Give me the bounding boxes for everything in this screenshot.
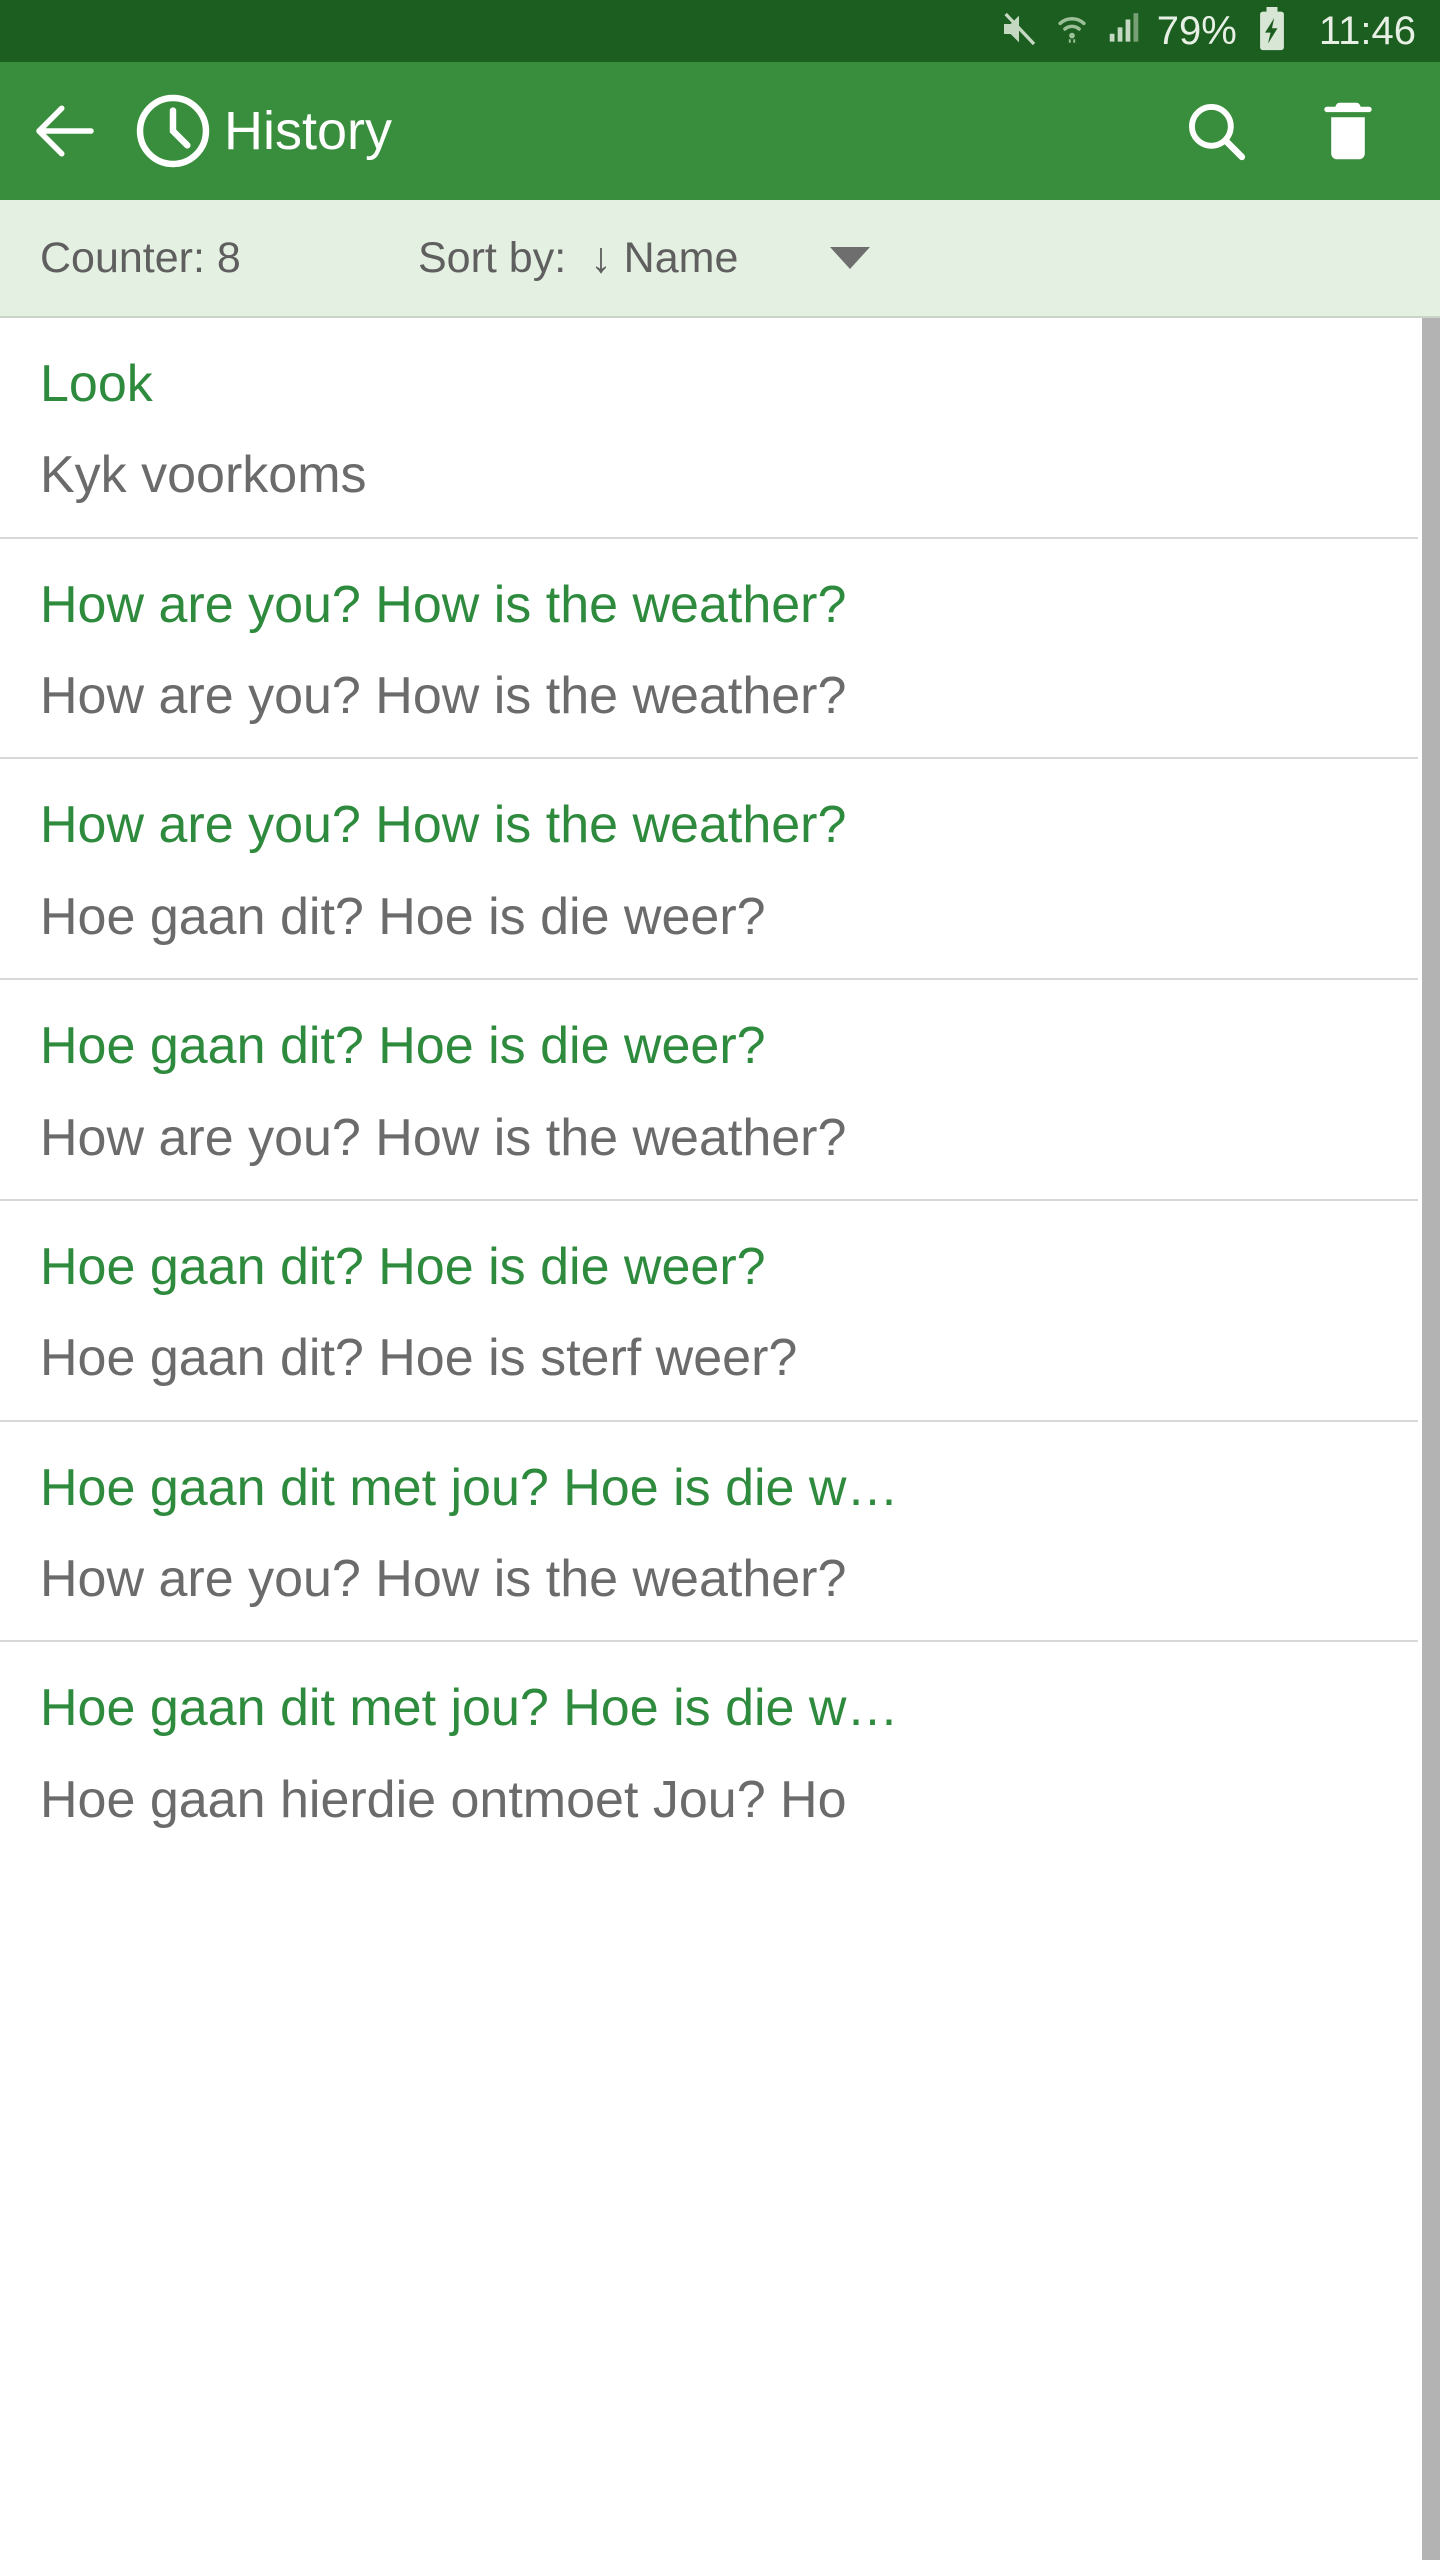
status-bar-icons: 79% 11:46 (999, 6, 1416, 56)
vertical-scrollbar[interactable] (1422, 318, 1440, 2560)
app-bar-actions (1150, 94, 1440, 168)
list-item[interactable]: How are you? How is the weather? How are… (0, 539, 1418, 760)
search-icon (1189, 104, 1246, 161)
trash-icon (1324, 102, 1372, 160)
chevron-down-icon[interactable] (830, 247, 871, 269)
delete-all-button[interactable] (1282, 95, 1414, 167)
battery-charging-icon (1255, 6, 1289, 56)
history-source-text: How are you? How is the weather? (40, 796, 847, 855)
page-title: History (224, 101, 393, 161)
history-target-text: How are you? How is the weather? (40, 667, 847, 726)
history-target-text: How are you? How is the weather? (40, 1108, 847, 1167)
list-item[interactable]: Hoe gaan dit? Hoe is die weer? Hoe gaan … (0, 1201, 1418, 1422)
mute-icon (999, 9, 1039, 54)
back-button[interactable] (0, 92, 130, 170)
history-source-text: Look (40, 355, 153, 413)
clock-label: 11:46 (1318, 9, 1416, 53)
history-source-text: Hoe gaan dit met jou? Hoe is die w… (40, 1679, 899, 1738)
signal-icon (1105, 10, 1143, 53)
sort-direction-icon: ↓ (590, 233, 612, 282)
sort-bar: Counter: 8 Sort by: ↓ Name (0, 200, 1440, 318)
counter-label: Counter: 8 (40, 233, 241, 282)
list-item[interactable]: Look Kyk voorkoms (0, 318, 1418, 539)
history-source-text: Hoe gaan dit? Hoe is die weer? (40, 1237, 766, 1296)
list-item[interactable]: How are you? How is the weather? Hoe gaa… (0, 759, 1418, 981)
app-bar-title-group: History (130, 88, 1150, 174)
list-item[interactable]: Hoe gaan dit met jou? Hoe is die w… Hoe … (0, 1642, 1418, 1861)
wifi-icon (1053, 10, 1091, 53)
app-screen: 79% 11:46 History Counter: 8 Sort by: ↓ … (0, 0, 1440, 2560)
history-list-container[interactable]: Look Kyk voorkoms How are you? How is th… (0, 318, 1440, 2560)
sort-by-control[interactable]: Sort by: ↓ Name (418, 233, 871, 283)
app-bar: History (0, 62, 1440, 200)
list-item[interactable]: Hoe gaan dit met jou? Hoe is die w… How … (0, 1422, 1418, 1643)
history-target-text: Hoe gaan dit? Hoe is sterf weer? (40, 1329, 798, 1388)
sort-value-label: Name (623, 233, 739, 282)
history-target-text: Kyk voorkoms (40, 446, 367, 505)
history-target-text: How are you? How is the weather? (40, 1549, 847, 1608)
battery-percent-label: 79% (1156, 9, 1237, 53)
history-source-text: Hoe gaan dit? Hoe is die weer? (40, 1017, 766, 1076)
history-target-text: Hoe gaan hierdie ontmoet Jou? Ho (40, 1770, 847, 1829)
status-bar: 79% 11:46 (0, 0, 1440, 62)
history-list: Look Kyk voorkoms How are you? How is th… (0, 318, 1440, 1861)
arrow-left-icon (36, 105, 94, 157)
history-source-text: Hoe gaan dit met jou? Hoe is die w… (40, 1458, 899, 1517)
history-source-text: How are you? How is the weather? (40, 575, 847, 634)
search-button[interactable] (1150, 94, 1282, 168)
clock-icon (130, 88, 216, 174)
list-item[interactable]: Hoe gaan dit? Hoe is die weer? How are y… (0, 980, 1418, 1201)
history-target-text: Hoe gaan dit? Hoe is die weer? (40, 887, 766, 946)
sort-by-label: Sort by: (418, 233, 567, 282)
